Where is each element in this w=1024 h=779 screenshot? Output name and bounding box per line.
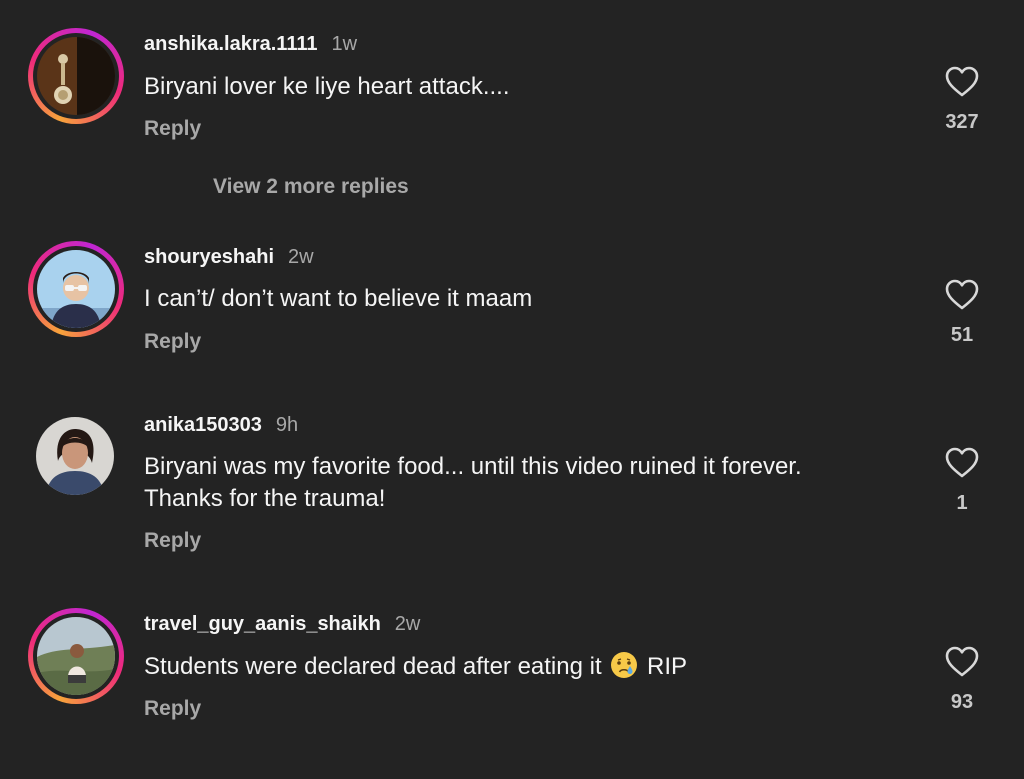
reply-button[interactable]: Reply xyxy=(144,696,201,722)
timestamp: 1w xyxy=(331,33,358,55)
username[interactable]: anshika.lakra.1111 xyxy=(144,33,318,55)
heart-outline-icon[interactable] xyxy=(945,279,979,310)
like-control: 51 xyxy=(930,279,994,347)
comment-text: Students were declared dead after eating… xyxy=(144,651,687,683)
avatar[interactable] xyxy=(36,417,114,495)
comment-text-line-2: Thanks for the trauma! xyxy=(144,485,386,512)
avatar-story-ring[interactable] xyxy=(28,28,124,124)
reply-button[interactable]: Reply xyxy=(144,528,201,554)
comment-meta: shouryeshahi 2w xyxy=(144,245,314,269)
like-count: 51 xyxy=(950,324,974,346)
timestamp: 2w xyxy=(394,613,421,635)
comment-text-line-1: Biryani was my favorite food... until th… xyxy=(144,453,802,480)
avatar-story-ring[interactable] xyxy=(28,241,124,337)
timestamp: 2w xyxy=(288,246,314,268)
like-control: 327 xyxy=(930,66,994,134)
like-count: 327 xyxy=(945,111,979,133)
view-more-replies-button[interactable]: View 2 more replies xyxy=(213,174,409,200)
reply-button[interactable]: Reply xyxy=(144,329,201,355)
like-count: 93 xyxy=(950,691,974,713)
comment-text-before-emoji: Students were declared dead after eating… xyxy=(144,653,602,680)
avatar xyxy=(37,617,115,695)
timestamp: 9h xyxy=(275,414,299,436)
comment-text: Biryani lover ke liye heart attack.... xyxy=(144,73,510,100)
crying-face-emoji-icon xyxy=(611,652,638,678)
comment-meta: anika150303 9h xyxy=(144,413,298,437)
avatar-story-ring[interactable] xyxy=(28,608,124,704)
username[interactable]: anika150303 xyxy=(144,414,262,436)
comment-text-after-emoji: RIP xyxy=(646,653,687,680)
comment-meta: anshika.lakra.1111 1w xyxy=(144,32,357,56)
like-control: 1 xyxy=(930,447,994,515)
username[interactable]: travel_guy_aanis_shaikh xyxy=(144,613,381,635)
like-control: 93 xyxy=(930,646,994,714)
like-count: 1 xyxy=(956,492,968,514)
comment-meta: travel_guy_aanis_shaikh 2w xyxy=(144,612,420,636)
avatar xyxy=(37,37,115,115)
reply-button[interactable]: Reply xyxy=(144,116,201,142)
username[interactable]: shouryeshahi xyxy=(144,246,274,268)
heart-outline-icon[interactable] xyxy=(945,447,979,478)
heart-outline-icon[interactable] xyxy=(945,66,979,97)
avatar xyxy=(37,250,115,328)
heart-outline-icon[interactable] xyxy=(945,646,979,677)
comment-text: I can’t/ don’t want to believe it maam xyxy=(144,285,533,312)
